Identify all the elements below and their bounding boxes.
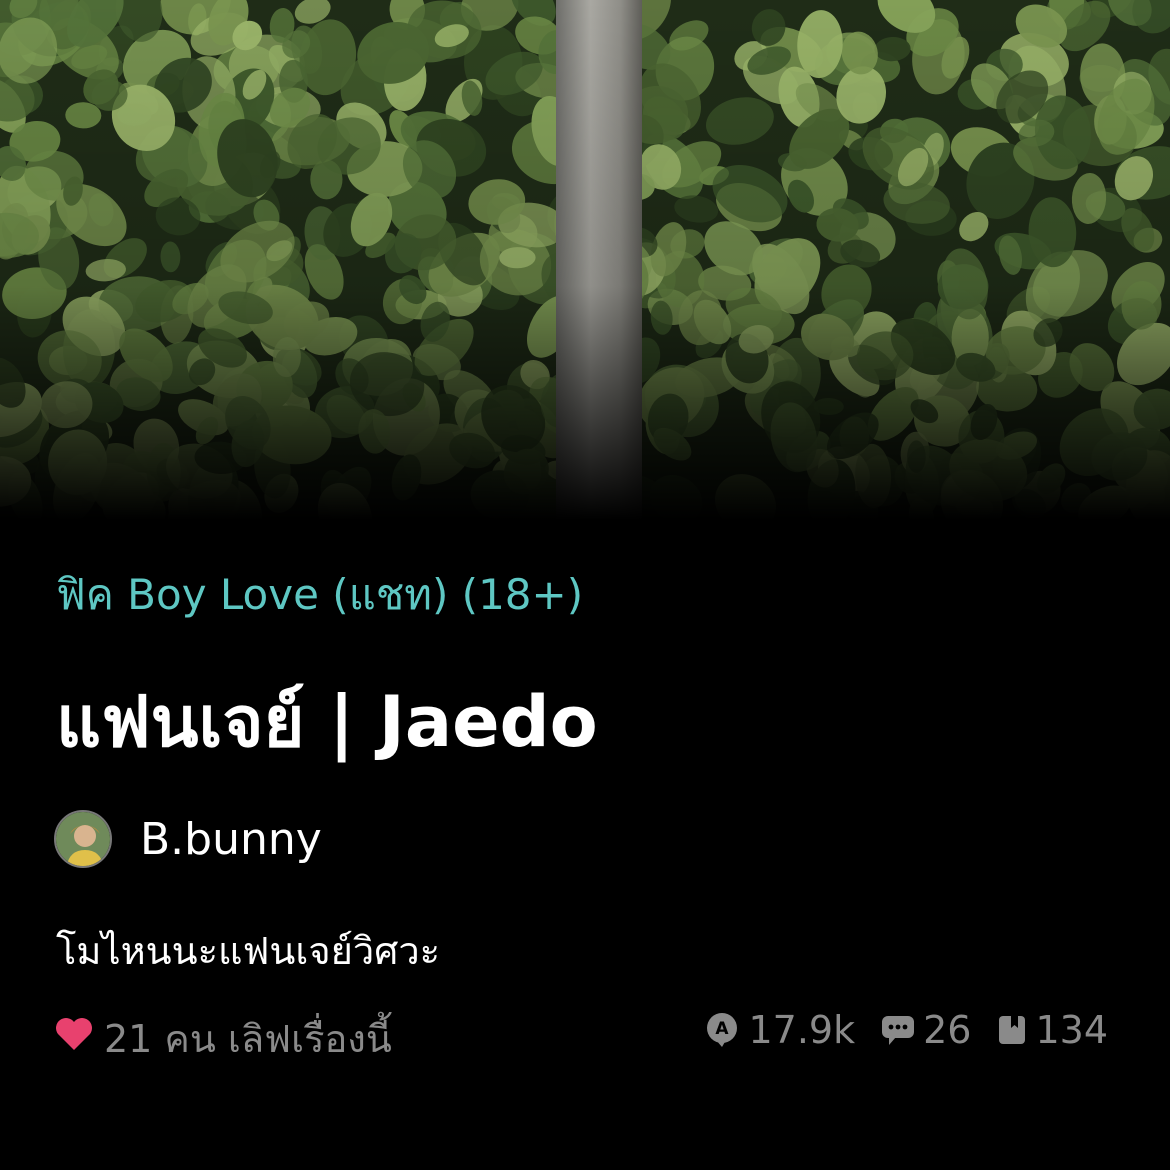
avatar[interactable] <box>54 810 112 868</box>
story-title: แฟนเจย์ | Jaedo <box>56 681 598 763</box>
likes-text: 21 คน เลิฟเรื่องนี้ <box>104 1017 392 1061</box>
story-category[interactable]: ฟิค Boy Love (แชท) (18+) <box>56 562 583 628</box>
story-stats: A 17.9k 26 134 <box>678 1008 1108 1052</box>
reads-count: 17.9k <box>748 1008 856 1052</box>
story-description: โมไหนนะแฟนเจย์วิศวะ <box>56 929 441 973</box>
chapters-stat: 134 <box>997 1008 1108 1052</box>
chat-icon <box>882 1016 915 1045</box>
svg-text:A: A <box>716 1019 730 1039</box>
author-row[interactable]: B.bunny <box>54 808 322 870</box>
author-name[interactable]: B.bunny <box>140 814 322 865</box>
cover-image <box>0 0 1170 520</box>
likes-row: 21 คน เลิฟเรื่องนี้ <box>54 1008 392 1069</box>
book-icon <box>999 1016 1026 1044</box>
heart-icon[interactable] <box>54 1016 94 1061</box>
comments-count: 26 <box>923 1008 972 1052</box>
reads-stat: A 17.9k <box>704 1008 855 1052</box>
chapters-count: 134 <box>1035 1008 1108 1052</box>
comments-stat: 26 <box>881 1008 971 1052</box>
reads-icon: A <box>707 1013 738 1047</box>
